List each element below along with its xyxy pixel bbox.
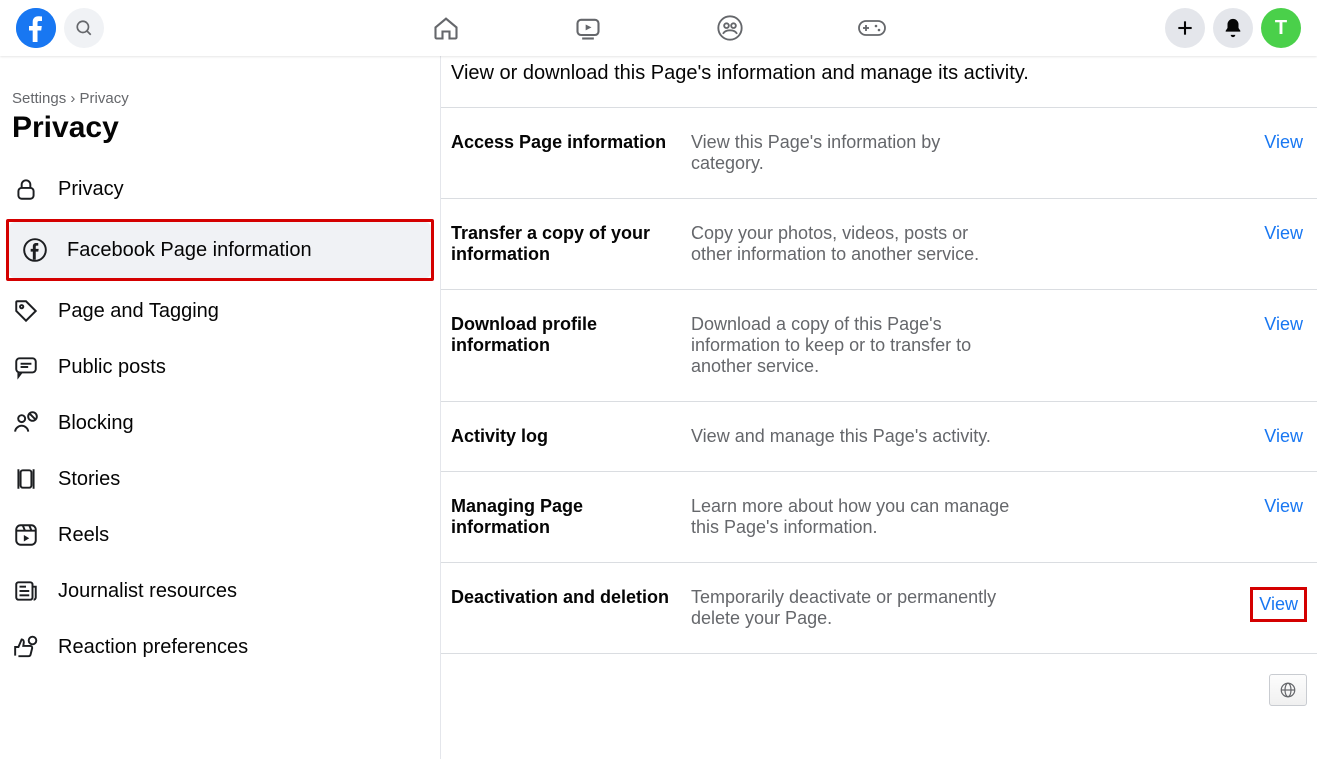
tag-icon — [12, 297, 40, 325]
sidebar-item-label: Blocking — [58, 412, 134, 435]
view-link-deactivation[interactable]: View — [1250, 587, 1307, 622]
setting-row-managing: Managing Page information Learn more abo… — [441, 471, 1317, 562]
avatar[interactable]: T — [1261, 8, 1301, 48]
highlight-selected-sidebar: Facebook Page information — [6, 219, 434, 281]
setting-row-transfer: Transfer a copy of your information Copy… — [441, 198, 1317, 289]
sidebar-item-reaction-preferences[interactable]: Reaction preferences — [0, 619, 440, 675]
nav-home[interactable] — [420, 2, 472, 54]
sidebar-item-facebook-page-information[interactable]: Facebook Page information — [9, 222, 431, 278]
sidebar-item-stories[interactable]: Stories — [0, 451, 440, 507]
facebook-logo-icon — [16, 8, 56, 48]
view-link-download[interactable]: View — [1264, 314, 1307, 335]
comment-icon — [12, 353, 40, 381]
search-icon — [75, 19, 93, 37]
page-title: Privacy — [0, 107, 440, 161]
nav-watch[interactable] — [562, 2, 614, 54]
main-content: View or download this Page's information… — [440, 56, 1317, 759]
setting-title: Transfer a copy of your information — [451, 223, 671, 265]
view-link-access[interactable]: View — [1264, 132, 1307, 153]
blocking-icon — [12, 409, 40, 437]
header-left — [16, 8, 104, 48]
news-icon — [12, 577, 40, 605]
home-icon — [432, 14, 460, 42]
watch-icon — [574, 14, 602, 42]
setting-desc: Temporarily deactivate or permanently de… — [691, 587, 1011, 629]
sidebar-item-privacy[interactable]: Privacy — [0, 161, 440, 217]
thumbs-up-icon — [12, 633, 40, 661]
sidebar-item-label: Privacy — [58, 178, 124, 201]
notifications-button[interactable] — [1213, 8, 1253, 48]
setting-desc: Download a copy of this Page's informati… — [691, 314, 1011, 377]
setting-desc: Copy your photos, videos, posts or other… — [691, 223, 1011, 265]
view-link-transfer[interactable]: View — [1264, 223, 1307, 244]
facebook-logo[interactable] — [16, 8, 56, 48]
setting-title: Deactivation and deletion — [451, 587, 671, 608]
body: Settings › Privacy Privacy Privacy Faceb… — [0, 56, 1317, 759]
breadcrumb-parent: Settings — [12, 90, 66, 107]
search-button[interactable] — [64, 8, 104, 48]
gamepad-icon — [857, 17, 887, 39]
header-center-nav — [420, 2, 898, 54]
setting-desc: Learn more about how you can manage this… — [691, 496, 1011, 538]
stories-icon — [12, 465, 40, 493]
setting-title: Managing Page information — [451, 496, 671, 538]
globe-icon — [1279, 681, 1297, 699]
intro-text: View or download this Page's information… — [441, 56, 1317, 107]
top-header: T — [0, 0, 1317, 56]
setting-title: Download profile information — [451, 314, 671, 356]
footer-area — [441, 653, 1317, 716]
sidebar-item-label: Stories — [58, 468, 120, 491]
reels-icon — [12, 521, 40, 549]
sidebar-item-public-posts[interactable]: Public posts — [0, 339, 440, 395]
nav-groups[interactable] — [704, 2, 756, 54]
sidebar-item-label: Reaction preferences — [58, 636, 248, 659]
create-button[interactable] — [1165, 8, 1205, 48]
groups-icon — [716, 14, 744, 42]
sidebar-list: Privacy Facebook Page information Page a… — [0, 161, 440, 675]
header-right: T — [1165, 8, 1301, 48]
sidebar-item-journalist-resources[interactable]: Journalist resources — [0, 563, 440, 619]
setting-title: Activity log — [451, 426, 671, 447]
sidebar: Settings › Privacy Privacy Privacy Faceb… — [0, 56, 440, 759]
setting-desc: View and manage this Page's activity. — [691, 426, 1011, 447]
breadcrumb[interactable]: Settings › Privacy — [0, 56, 440, 107]
view-link-activity[interactable]: View — [1264, 426, 1307, 447]
plus-icon — [1175, 18, 1195, 38]
setting-row-deactivation: Deactivation and deletion Temporarily de… — [441, 562, 1317, 653]
sidebar-item-label: Facebook Page information — [67, 239, 312, 262]
breadcrumb-sep: › — [70, 90, 75, 107]
sidebar-item-label: Journalist resources — [58, 580, 237, 603]
sidebar-item-label: Page and Tagging — [58, 300, 219, 323]
sidebar-item-blocking[interactable]: Blocking — [0, 395, 440, 451]
breadcrumb-current: Privacy — [80, 90, 129, 107]
setting-title: Access Page information — [451, 132, 671, 153]
sidebar-item-page-and-tagging[interactable]: Page and Tagging — [0, 283, 440, 339]
setting-row-activity: Activity log View and manage this Page's… — [441, 401, 1317, 471]
sidebar-item-reels[interactable]: Reels — [0, 507, 440, 563]
view-link-managing[interactable]: View — [1264, 496, 1307, 517]
setting-row-download: Download profile information Download a … — [441, 289, 1317, 401]
facebook-circle-icon — [21, 236, 49, 264]
nav-gaming[interactable] — [846, 2, 898, 54]
bell-icon — [1222, 17, 1244, 39]
avatar-initial: T — [1275, 17, 1287, 40]
sidebar-item-label: Public posts — [58, 356, 166, 379]
lock-icon — [12, 175, 40, 203]
audience-globe-button[interactable] — [1269, 674, 1307, 706]
sidebar-item-label: Reels — [58, 524, 109, 547]
setting-row-access: Access Page information View this Page's… — [441, 107, 1317, 198]
setting-desc: View this Page's information by category… — [691, 132, 1011, 174]
